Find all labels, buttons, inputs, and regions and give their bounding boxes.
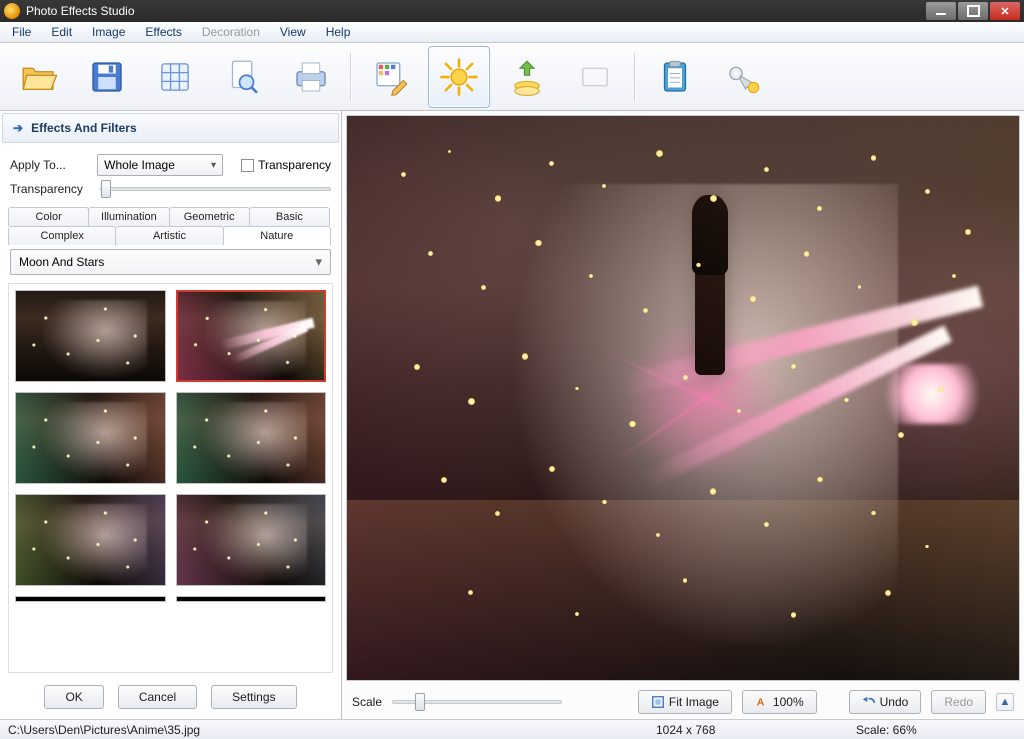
calendar-pencil-icon [370,56,412,98]
settings-button[interactable]: Settings [211,685,296,709]
folder-open-icon [18,56,60,98]
fit-image-button[interactable]: Fit Image [638,690,732,714]
clipboard-button[interactable] [644,46,706,108]
effect-thumb-3[interactable] [15,392,166,484]
open-button[interactable] [8,46,70,108]
effect-thumb-5[interactable] [15,494,166,586]
menu-edit[interactable]: Edit [41,23,82,41]
tab-basic[interactable]: Basic [249,207,330,226]
cancel-button[interactable]: Cancel [118,685,197,709]
menu-file[interactable]: File [2,23,41,41]
close-button[interactable] [990,2,1020,20]
status-bar: C:\Users\Den\Pictures\Anime\35.jpg 1024 … [0,719,1024,739]
status-scale: Scale: 66% [856,723,1016,737]
preview-pane: Scale Fit Image A 100% Undo Redo ▲ [342,111,1024,719]
tab-color[interactable]: Color [8,207,89,226]
hundred-percent-button[interactable]: A 100% [742,690,817,714]
menu-bar: File Edit Image Effects Decoration View … [0,22,1024,43]
maximize-button[interactable] [958,2,988,20]
undo-button[interactable]: Undo [849,690,922,714]
app-title: Photo Effects Studio [26,4,926,18]
scale-label: Scale [352,695,382,709]
transparency-slider[interactable] [100,187,331,191]
page-zoom-icon [222,56,264,98]
printer-icon [290,56,332,98]
menu-help[interactable]: Help [316,23,361,41]
key-star-icon [722,56,764,98]
basic-edit-button[interactable] [360,46,422,108]
tab-illumination[interactable]: Illumination [88,207,169,226]
collage-button[interactable] [144,46,206,108]
tab-geometric[interactable]: Geometric [169,207,250,226]
effects-button[interactable] [428,46,490,108]
save-button[interactable] [76,46,138,108]
panel-title: Effects And Filters [31,121,137,135]
print-button[interactable] [280,46,342,108]
sun-icon [438,56,480,98]
effect-thumb-6[interactable] [176,494,327,586]
redo-button[interactable]: Redo [931,690,986,714]
effect-thumbnails[interactable] [8,283,333,673]
key-button[interactable] [712,46,774,108]
arrow-right-icon: ➔ [13,121,23,135]
tab-complex[interactable]: Complex [8,226,116,245]
ok-button[interactable]: OK [44,685,103,709]
svg-text:A: A [757,697,765,709]
effect-thumb-2[interactable] [176,290,327,382]
effect-thumb-7-peek[interactable] [15,596,166,602]
layers-button[interactable] [496,46,558,108]
tab-artistic[interactable]: Artistic [115,226,223,245]
transparency-label: Transparency [10,182,90,196]
preview-button[interactable] [212,46,274,108]
effect-thumb-4[interactable] [176,392,327,484]
menu-view[interactable]: View [270,23,316,41]
apply-to-label: Apply To... [10,158,87,172]
app-icon [4,3,20,19]
effect-thumb-1[interactable] [15,290,166,382]
menu-image[interactable]: Image [82,23,135,41]
tab-nature[interactable]: Nature [223,226,331,245]
scale-slider[interactable] [392,700,562,704]
collapse-up-button[interactable]: ▲ [996,693,1014,711]
undo-icon [862,695,876,709]
effect-preset-select[interactable]: Moon And Stars [10,249,331,275]
status-dimensions: 1024 x 768 [656,723,856,737]
menu-decoration[interactable]: Decoration [192,23,270,41]
grid-icon [154,56,196,98]
effect-thumb-8-peek[interactable] [176,596,327,602]
effect-category-tabs: Color Illumination Geometric Basic Compl… [8,207,333,245]
clipboard-icon [654,56,696,98]
menu-effects[interactable]: Effects [135,23,191,41]
blank-rect-icon [574,56,616,98]
fit-icon [651,695,665,709]
title-bar: Photo Effects Studio [0,0,1024,22]
transparency-checkbox[interactable]: Transparency [241,158,331,172]
effects-panel: ➔ Effects And Filters Apply To... Whole … [0,111,342,719]
apply-to-select[interactable]: Whole Image [97,154,223,176]
panel-header: ➔ Effects And Filters [2,113,339,143]
layers-download-icon [506,56,548,98]
save-icon [86,56,128,98]
main-toolbar [0,43,1024,111]
minimize-button[interactable] [926,2,956,20]
status-path: C:\Users\Den\Pictures\Anime\35.jpg [8,723,230,737]
text-a-icon: A [755,695,769,709]
blank-button[interactable] [564,46,626,108]
preview-controls: Scale Fit Image A 100% Undo Redo ▲ [342,685,1024,719]
preview-canvas[interactable] [346,115,1020,681]
